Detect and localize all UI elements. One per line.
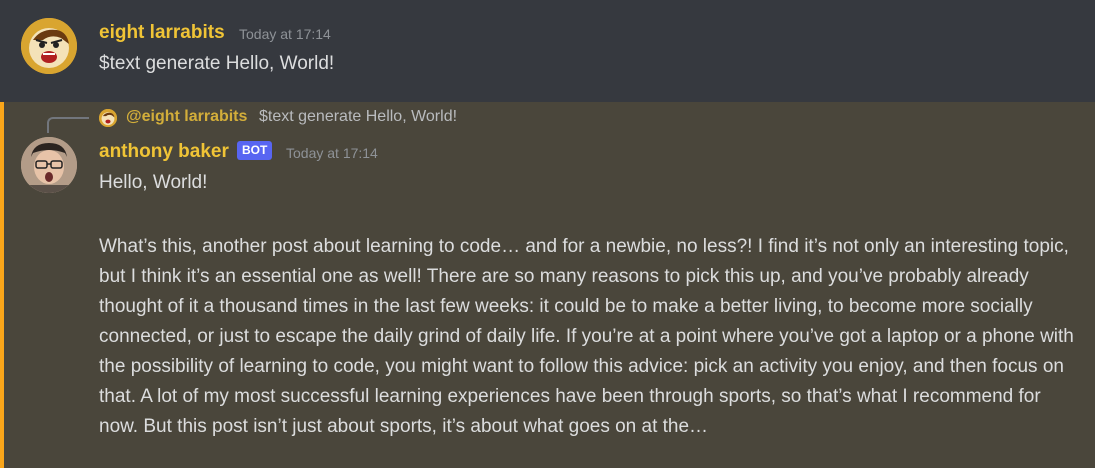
reply-preview-text[interactable]: $text generate Hello, World! xyxy=(259,108,457,126)
angry-cartoon-face-icon xyxy=(21,18,77,74)
user-avatar[interactable] xyxy=(21,137,77,193)
user-avatar[interactable] xyxy=(21,18,77,74)
reply-avatar[interactable] xyxy=(99,109,117,127)
reply-mention[interactable]: @eight larrabits xyxy=(126,108,247,126)
bot-tag: BOT xyxy=(237,141,273,160)
angry-cartoon-face-icon xyxy=(99,109,117,127)
user-photo-avatar xyxy=(21,137,77,193)
message-content-paragraph: What’s this, another post about learning… xyxy=(99,236,1074,437)
message-content-line: Hello, World! xyxy=(99,172,208,193)
username[interactable]: eight larrabits xyxy=(99,22,225,44)
reply-connector-line xyxy=(47,117,89,133)
message-content: $text generate Hello, World! xyxy=(99,53,335,74)
timestamp: Today at 17:14 xyxy=(239,26,331,42)
timestamp: Today at 17:14 xyxy=(286,145,378,161)
username[interactable]: anthony baker xyxy=(99,141,229,163)
message-eight-larrabits: eight larrabits Today at 17:14 $text gen… xyxy=(0,0,1095,102)
